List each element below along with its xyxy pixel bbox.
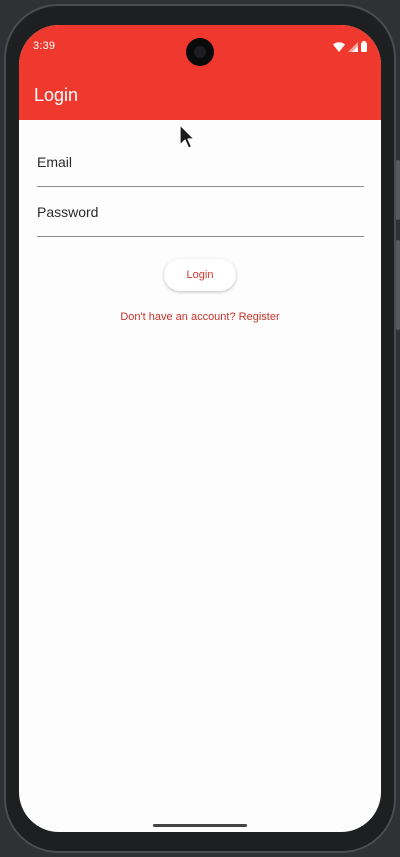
- email-field[interactable]: Email: [37, 142, 364, 187]
- status-bar: 3:39: [19, 25, 381, 70]
- mouse-cursor-icon: [179, 124, 195, 149]
- wifi-icon: [333, 41, 345, 52]
- power-button: [396, 240, 400, 330]
- password-field-label: Password: [37, 204, 99, 220]
- status-time: 3:39: [33, 40, 56, 52]
- status-icons: [333, 41, 367, 52]
- home-indicator[interactable]: [153, 824, 247, 827]
- battery-icon: [361, 41, 367, 52]
- email-field-label: Email: [37, 154, 73, 170]
- login-button[interactable]: Login: [164, 259, 236, 291]
- device-backdrop: 3:39 Login Email Password Login Don't ha…: [0, 0, 400, 857]
- register-link[interactable]: Don't have an account? Register: [19, 311, 381, 323]
- app-bar: Login: [19, 70, 381, 120]
- phone-screen: 3:39 Login Email Password Login Don't ha…: [19, 25, 381, 832]
- signal-icon: [348, 41, 358, 52]
- password-field[interactable]: Password: [37, 192, 364, 237]
- volume-button: [396, 160, 400, 220]
- page-title: Login: [34, 85, 79, 105]
- front-camera: [186, 38, 214, 66]
